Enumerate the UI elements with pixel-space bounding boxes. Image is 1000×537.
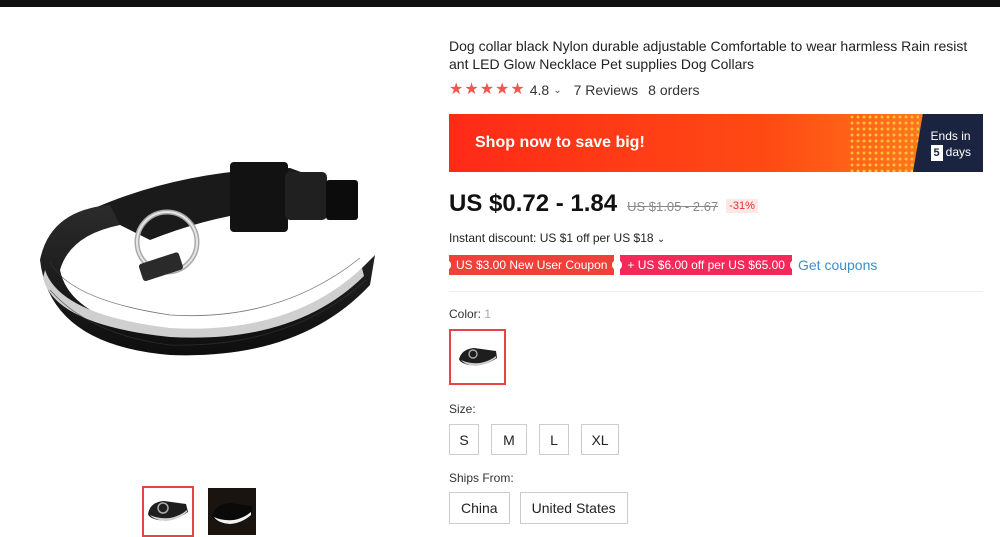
star-icon: ★ bbox=[479, 81, 495, 98]
promo-banner[interactable]: Shop now to save big! Ends in 5 days bbox=[449, 114, 983, 172]
discount-badge: -31% bbox=[726, 199, 758, 213]
get-coupons-link[interactable]: Get coupons bbox=[798, 257, 877, 273]
top-bar bbox=[0, 0, 1000, 7]
star-icon: ★ bbox=[495, 81, 510, 98]
color-count: 1 bbox=[484, 307, 492, 321]
star-icon: ★ bbox=[449, 81, 464, 98]
instant-discount-text: Instant discount: US $1 off per US $18 bbox=[449, 231, 654, 245]
chevron-down-icon[interactable]: ⌄ bbox=[553, 85, 561, 96]
days-number: 5 bbox=[930, 145, 943, 161]
reviews-link[interactable]: 7 Reviews bbox=[574, 82, 639, 98]
orders-count: 8 orders bbox=[648, 82, 700, 98]
banner-dot-pattern bbox=[849, 114, 919, 172]
instant-discount[interactable]: Instant discount: US $1 off per US $18 ⌄ bbox=[449, 231, 665, 245]
ships-from-china[interactable]: China bbox=[449, 492, 510, 524]
ships-from-label: Ships From: bbox=[449, 471, 514, 485]
star-rating: ★ ★ ★ ★ ★ bbox=[449, 82, 525, 98]
rating-row: ★ ★ ★ ★ ★ 4.8 ⌄ 7 Reviews 8 orders bbox=[449, 82, 700, 99]
chevron-down-icon: ⌄ bbox=[656, 234, 666, 245]
star-icon: ★ bbox=[464, 81, 479, 98]
rating-value[interactable]: 4.8 bbox=[530, 82, 549, 98]
size-options: S M L XL bbox=[449, 424, 619, 455]
color-label-text: Color: bbox=[449, 307, 482, 321]
coupon-row: US $3.00 New User Coupon + US $6.00 off … bbox=[445, 255, 877, 275]
banner-text: Shop now to save big! bbox=[475, 134, 645, 151]
price-row: US $0.72 - 1.84 US $1.05 - 2.67 -31% bbox=[449, 190, 758, 218]
thumbnail-strip bbox=[142, 486, 258, 537]
new-user-coupon[interactable]: US $3.00 New User Coupon bbox=[445, 255, 618, 275]
current-price: US $0.72 - 1.84 bbox=[449, 190, 618, 217]
countdown: Ends in 5 days bbox=[930, 128, 971, 161]
color-swatch[interactable] bbox=[449, 329, 506, 385]
ships-from-options: China United States bbox=[449, 492, 628, 524]
product-title: Dog collar black Nylon durable adjustabl… bbox=[449, 38, 968, 72]
size-option-xl[interactable]: XL bbox=[581, 424, 619, 455]
thumbnail-2[interactable] bbox=[206, 486, 258, 537]
ends-label: Ends in bbox=[930, 129, 971, 143]
store-coupon[interactable]: + US $6.00 off per US $65.00 bbox=[617, 255, 795, 275]
size-option-s[interactable]: S bbox=[449, 424, 479, 455]
days-word: days bbox=[945, 145, 971, 159]
star-icon: ★ bbox=[510, 81, 525, 98]
thumbnail-1[interactable] bbox=[142, 486, 194, 537]
main-product-image[interactable] bbox=[30, 150, 385, 365]
ships-from-united-states[interactable]: United States bbox=[519, 492, 628, 524]
divider bbox=[449, 291, 983, 292]
size-option-m[interactable]: M bbox=[491, 424, 527, 455]
original-price: US $1.05 - 2.67 bbox=[627, 199, 719, 214]
size-label: Size: bbox=[449, 402, 476, 416]
size-option-l[interactable]: L bbox=[539, 424, 569, 455]
color-label: Color: 1 bbox=[449, 307, 491, 321]
